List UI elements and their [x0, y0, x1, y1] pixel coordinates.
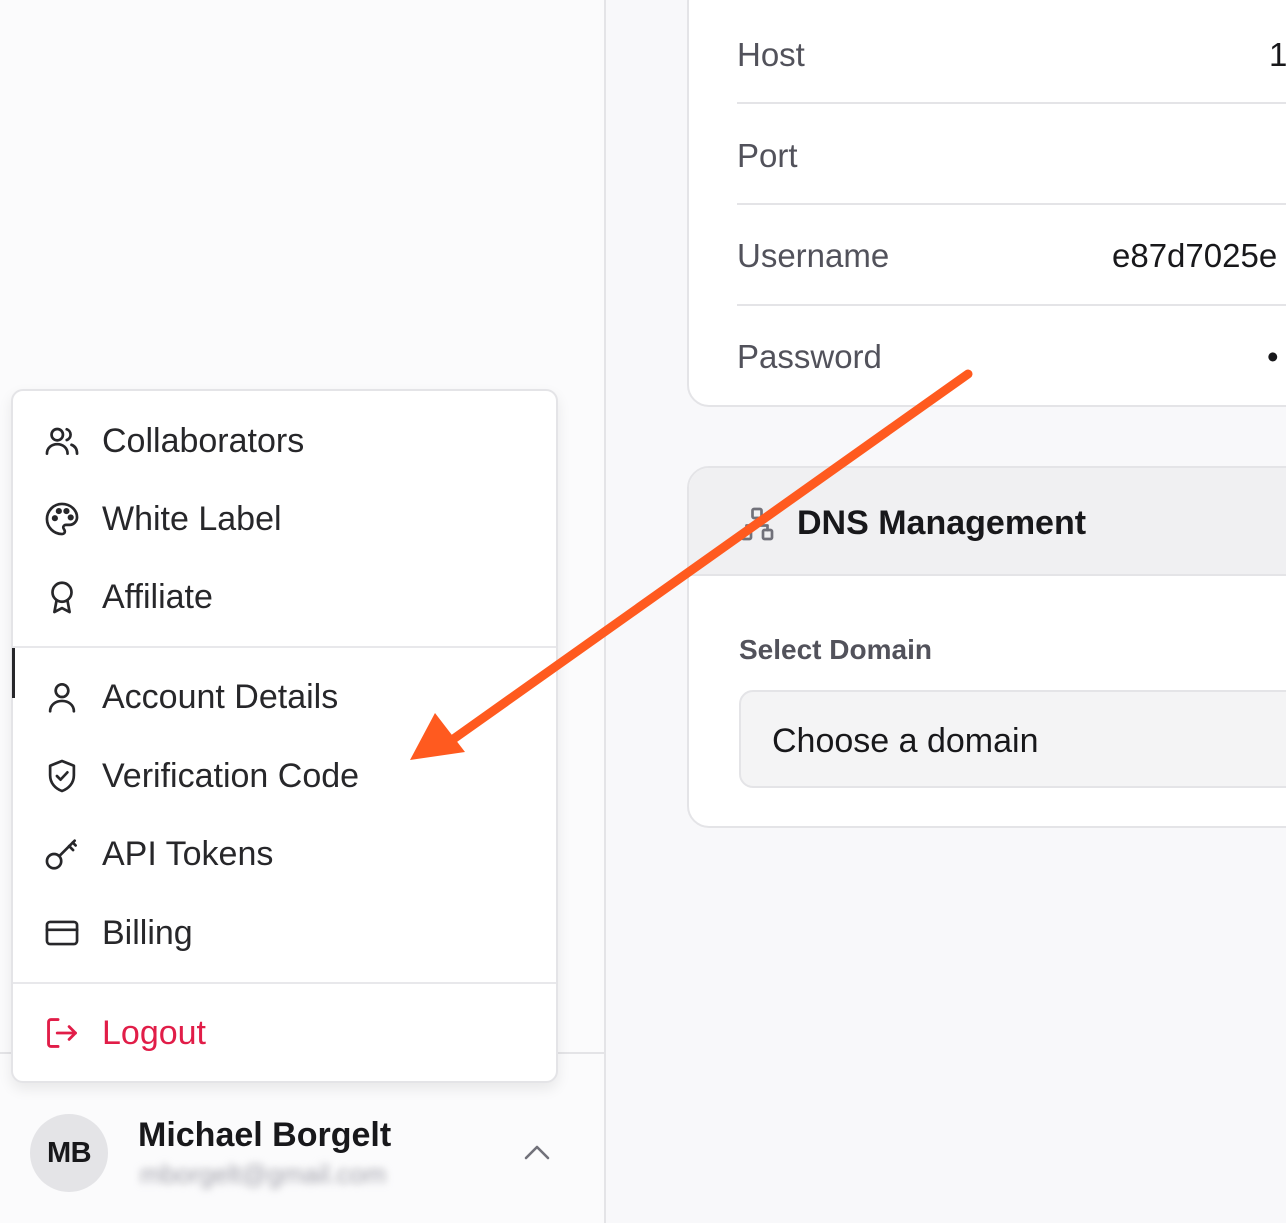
account-dropdown-menu: Collaborators White Label Affiliate Acco…	[11, 389, 558, 1083]
menu-item-label: Logout	[102, 1013, 206, 1052]
menu-item-affiliate[interactable]: Affiliate	[13, 565, 556, 629]
menu-item-api-tokens[interactable]: API Tokens	[13, 822, 556, 886]
menu-item-logout[interactable]: Logout	[13, 1001, 556, 1065]
username-label: Username	[737, 237, 890, 274]
menu-separator	[13, 982, 556, 984]
network-icon	[740, 507, 774, 541]
password-value[interactable]: •	[1267, 338, 1279, 376]
award-icon	[43, 578, 81, 616]
password-label: Password	[737, 338, 882, 375]
shield-check-icon	[43, 757, 81, 795]
menu-item-label: Affiliate	[102, 577, 213, 616]
avatar: MB	[30, 1114, 108, 1192]
menu-item-verification-code[interactable]: Verification Code	[13, 744, 556, 808]
user-email: mborgelt@gmail.com	[140, 1159, 387, 1189]
username-row: Username e87d7025e	[737, 201, 1286, 302]
dns-card-title: DNS Management	[797, 504, 1087, 542]
menu-item-label: Verification Code	[102, 756, 360, 795]
users-icon	[43, 422, 81, 460]
port-row: Port	[737, 101, 1286, 202]
port-label: Port	[737, 137, 798, 174]
menu-item-label: Collaborators	[102, 421, 305, 460]
menu-item-collaborators[interactable]: Collaborators	[13, 409, 556, 473]
menu-item-label: White Label	[102, 499, 282, 538]
menu-item-billing[interactable]: Billing	[13, 901, 556, 965]
host-row: Host 1	[737, 0, 1286, 101]
text-cursor	[12, 648, 15, 698]
dns-card-header: DNS Management	[689, 468, 1286, 576]
select-domain-label: Select Domain	[739, 634, 932, 665]
user-icon	[43, 678, 81, 716]
menu-item-label: Billing	[102, 913, 193, 952]
user-name: Michael Borgelt	[138, 1116, 392, 1154]
chevron-up-icon	[524, 1145, 550, 1160]
key-icon	[43, 835, 81, 873]
password-row: Password •	[737, 302, 1286, 403]
menu-separator	[13, 646, 556, 648]
domain-select[interactable]: Choose a domain	[739, 690, 1286, 788]
menu-item-label: Account Details	[102, 677, 339, 716]
logout-icon	[43, 1014, 81, 1052]
menu-item-account-details[interactable]: Account Details	[13, 665, 556, 729]
dns-management-card: DNS Management Select Domain Choose a do…	[687, 466, 1286, 828]
host-label: Host	[737, 36, 805, 73]
credit-card-icon	[43, 914, 81, 952]
host-value[interactable]: 1	[1269, 36, 1286, 74]
menu-item-label: API Tokens	[102, 834, 274, 873]
palette-icon	[43, 500, 81, 538]
username-value[interactable]: e87d7025e	[1112, 237, 1277, 275]
domain-select-value: Choose a domain	[772, 722, 1039, 760]
menu-item-white-label[interactable]: White Label	[13, 487, 556, 551]
